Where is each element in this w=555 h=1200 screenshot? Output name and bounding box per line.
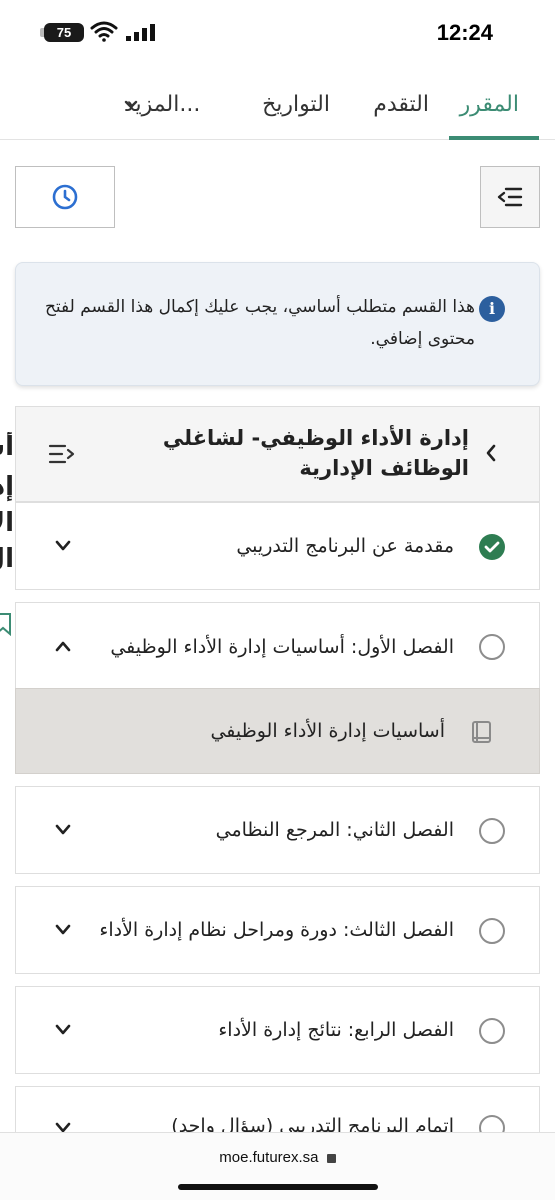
- active-tab-indicator: [449, 136, 539, 140]
- unit-label: مقدمة عن البرنامج التدريبي: [236, 535, 454, 557]
- signal-icon: [126, 24, 155, 41]
- subsection-label: أساسيات إدارة الأداء الوظيفي: [210, 720, 445, 742]
- url-display[interactable]: moe.futurex.sa: [0, 1149, 555, 1166]
- edge-fragment: ال: [0, 544, 14, 574]
- battery-icon: 75: [44, 23, 84, 42]
- chevron-down-icon[interactable]: [54, 923, 72, 937]
- section-title: إدارة الأداء الوظيفي- لشاغلي الوظائف الإ…: [162, 426, 469, 480]
- unit-label: الفصل الثالث: دورة ومراحل نظام إدارة الأ…: [99, 919, 454, 941]
- course-outline-toggle-button[interactable]: [480, 166, 540, 228]
- empty-circle-icon: [479, 1018, 505, 1044]
- section-header[interactable]: إدارة الأداء الوظيفي- لشاغلي الوظائف الإ…: [15, 406, 540, 502]
- edge-fragment: أس: [0, 432, 14, 462]
- book-icon: [472, 721, 491, 743]
- chevron-up-icon[interactable]: [54, 639, 72, 653]
- subsection-row[interactable]: أساسيات إدارة الأداء الوظيفي: [15, 688, 540, 774]
- tab-progress[interactable]: التقدم: [373, 92, 429, 117]
- info-icon: i: [479, 296, 505, 322]
- status-bar: 75 12:24: [0, 0, 555, 66]
- collapse-outline-icon: [497, 187, 523, 207]
- empty-circle-icon: [479, 818, 505, 844]
- empty-circle-icon: [479, 634, 505, 660]
- url-text: moe.futurex.sa: [219, 1149, 319, 1166]
- prerequisite-alert: i هذا القسم متطلب أساسي، يجب عليك إكمال …: [15, 262, 540, 386]
- unit-row-intro[interactable]: مقدمة عن البرنامج التدريبي: [15, 502, 540, 590]
- dates-clock-button[interactable]: [15, 166, 115, 228]
- browser-url-bar[interactable]: moe.futurex.sa: [0, 1132, 555, 1200]
- collapse-outline-icon[interactable]: [48, 443, 76, 465]
- clock-icon: [52, 184, 78, 210]
- wifi-icon: [90, 21, 118, 42]
- course-tabs: المقرر التقدم التواريخ المزيد...: [0, 74, 555, 140]
- unit-row-chapter-2[interactable]: الفصل الثاني: المرجع النظامي: [15, 786, 540, 874]
- alert-text: هذا القسم متطلب أساسي، يجب عليك إكمال هذ…: [44, 297, 475, 349]
- bookmark-icon: [0, 613, 11, 636]
- edge-fragment: إد: [0, 472, 14, 502]
- check-circle-icon: [479, 534, 505, 560]
- tab-course[interactable]: المقرر: [460, 92, 519, 117]
- empty-circle-icon: [479, 918, 505, 944]
- unit-row-chapter-1[interactable]: الفصل الأول: أساسيات إدارة الأداء الوظيف…: [15, 602, 540, 690]
- edge-fragment: الأ: [0, 508, 14, 538]
- battery-tip: [40, 28, 44, 37]
- unit-label: الفصل الثاني: المرجع النظامي: [215, 819, 454, 841]
- status-time: 12:24: [436, 20, 493, 45]
- chevron-down-icon[interactable]: [54, 823, 72, 837]
- unit-row-chapter-4[interactable]: الفصل الرابع: نتائج إدارة الأداء: [15, 986, 540, 1074]
- unit-label: الفصل الأول: أساسيات إدارة الأداء الوظيف…: [110, 635, 454, 658]
- chevron-down-icon[interactable]: [54, 539, 72, 553]
- unit-row-chapter-3[interactable]: الفصل الثالث: دورة ومراحل نظام إدارة الأ…: [15, 886, 540, 974]
- home-indicator: [178, 1184, 378, 1190]
- lock-icon: [326, 1154, 336, 1163]
- tab-dates[interactable]: التواريخ: [262, 92, 330, 117]
- chevron-down-icon[interactable]: [54, 1023, 72, 1037]
- chevron-down-icon: [124, 100, 138, 109]
- unit-label: الفصل الرابع: نتائج إدارة الأداء: [218, 1019, 454, 1041]
- chevron-right-icon: [486, 444, 496, 462]
